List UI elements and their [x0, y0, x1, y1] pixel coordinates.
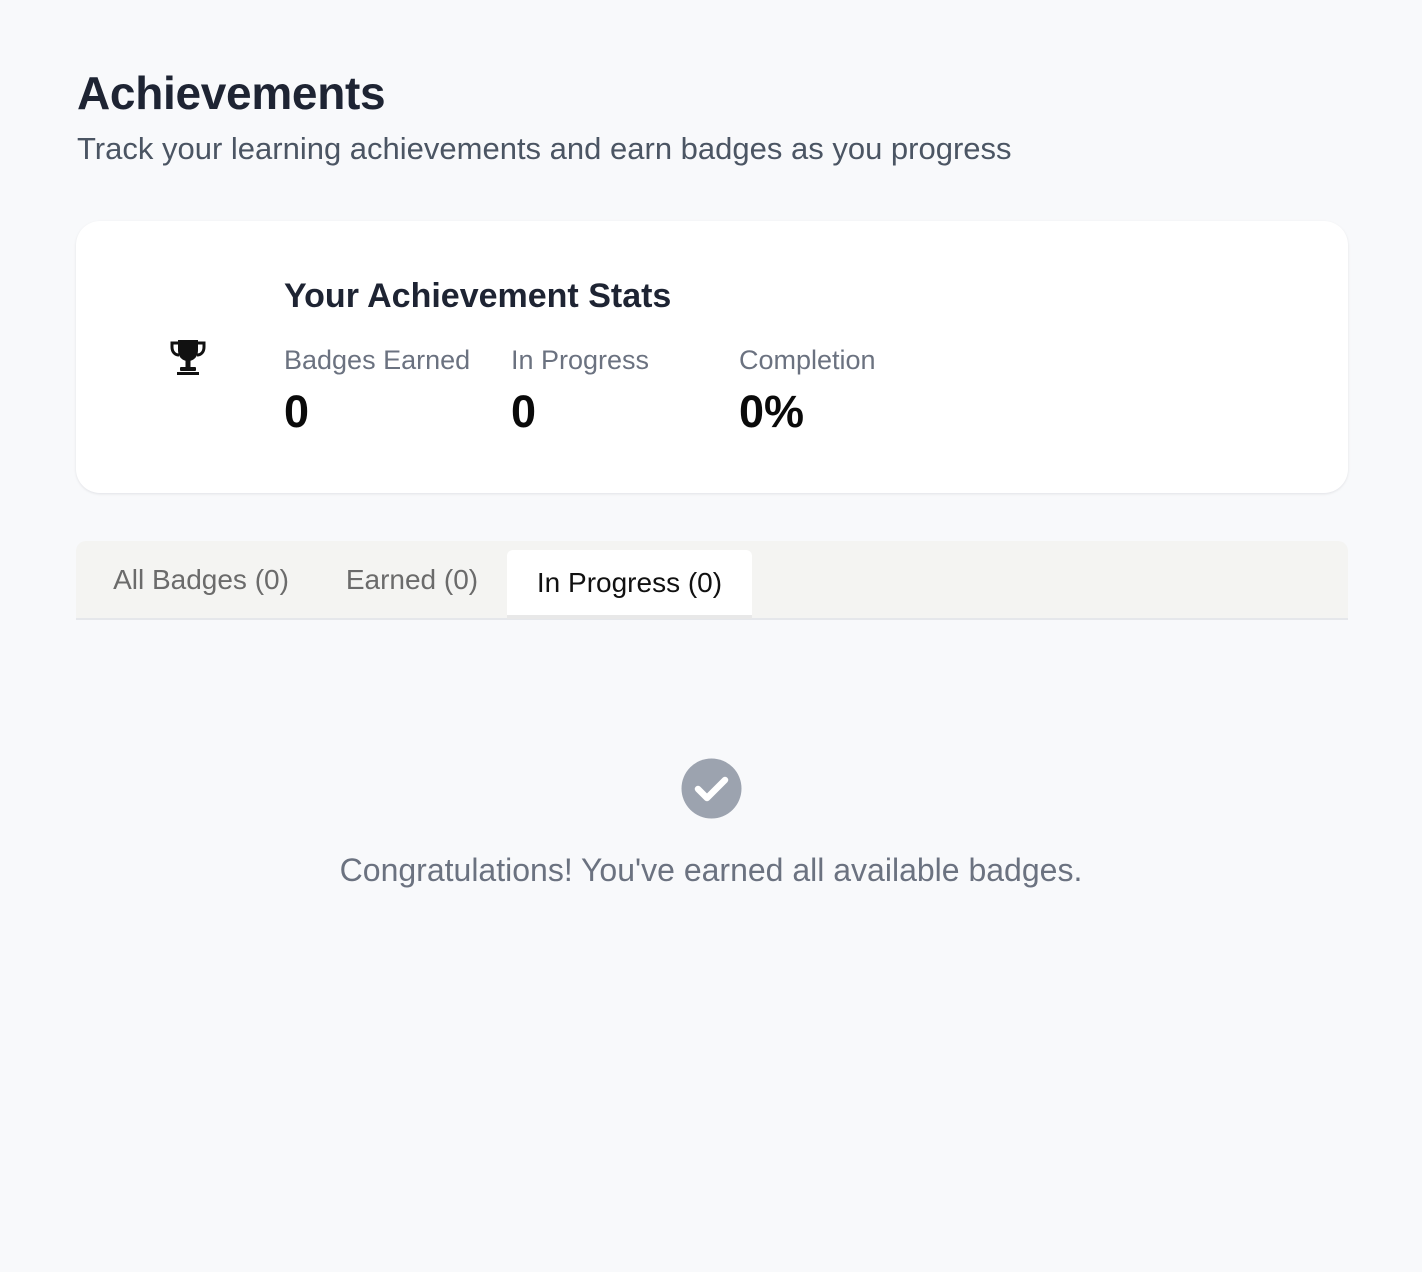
- stats-title: Your Achievement Stats: [284, 277, 672, 315]
- stat-label: In Progress: [511, 345, 650, 375]
- stat-value: 0: [511, 386, 537, 437]
- tab-earned[interactable]: Earned (0): [330, 541, 494, 618]
- check-circle-icon: [681, 758, 742, 819]
- stat-value: 0%: [739, 386, 805, 437]
- page-subtitle: Track your learning achievements and ear…: [77, 131, 1012, 166]
- achievement-stats-card: Your Achievement Stats Badges Earned 0 I…: [76, 221, 1348, 493]
- tab-in-progress[interactable]: In Progress (0): [507, 550, 752, 619]
- tab-all-badges[interactable]: All Badges (0): [92, 541, 310, 618]
- stat-value: 0: [284, 386, 310, 437]
- achievements-page: Achievements Track your learning achieve…: [0, 0, 1422, 1272]
- badge-tabs: All Badges (0) Earned (0) In Progress (0…: [76, 541, 1348, 620]
- stat-label: Badges Earned: [284, 345, 471, 375]
- page-title: Achievements: [77, 67, 386, 119]
- stat-completion: Completion 0%: [739, 345, 876, 438]
- stat-label: Completion: [739, 345, 876, 375]
- trophy-icon: [168, 337, 208, 377]
- empty-state-message: Congratulations! You've earned all avail…: [339, 852, 1083, 888]
- empty-state: Congratulations! You've earned all avail…: [0, 758, 1422, 889]
- stat-in-progress: In Progress 0: [511, 345, 649, 438]
- stat-badges-earned: Badges Earned 0: [284, 345, 470, 438]
